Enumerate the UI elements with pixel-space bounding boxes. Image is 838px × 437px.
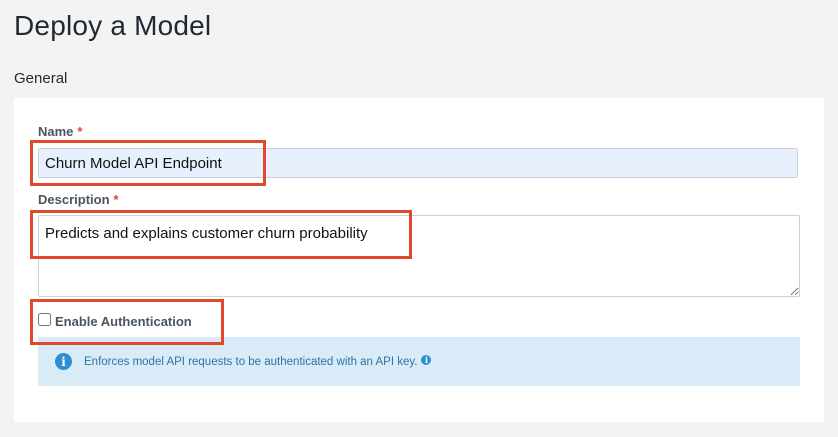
deploy-model-page: Deploy a Model General Name* Description… (0, 0, 838, 437)
description-textarea[interactable]: Predicts and explains customer churn pro… (38, 215, 800, 297)
name-label-text: Name (38, 124, 74, 139)
page-title: Deploy a Model (14, 10, 212, 41)
authentication-info-text: Enforces model API requests to be authen… (84, 355, 432, 368)
enable-authentication-checkbox[interactable] (38, 313, 51, 326)
description-label: Description * (38, 192, 119, 207)
name-label: Name * (38, 124, 82, 139)
info-tooltip-icon[interactable]: i (421, 355, 432, 366)
required-marker: * (113, 192, 119, 207)
authentication-info-box: i Enforces model API requests to be auth… (38, 337, 800, 386)
enable-authentication-label[interactable]: Enable Authentication (55, 314, 192, 329)
required-marker: * (77, 124, 83, 139)
name-input[interactable] (38, 148, 798, 178)
description-label-text: Description (38, 192, 110, 207)
section-title-general: General (14, 70, 68, 87)
info-icon: i (55, 353, 72, 370)
general-form-card: Name* Description* Predicts and explains… (14, 98, 824, 422)
info-text-content: Enforces model API requests to be authen… (84, 355, 418, 368)
enable-authentication-row[interactable]: Enable Authentication (38, 312, 192, 329)
